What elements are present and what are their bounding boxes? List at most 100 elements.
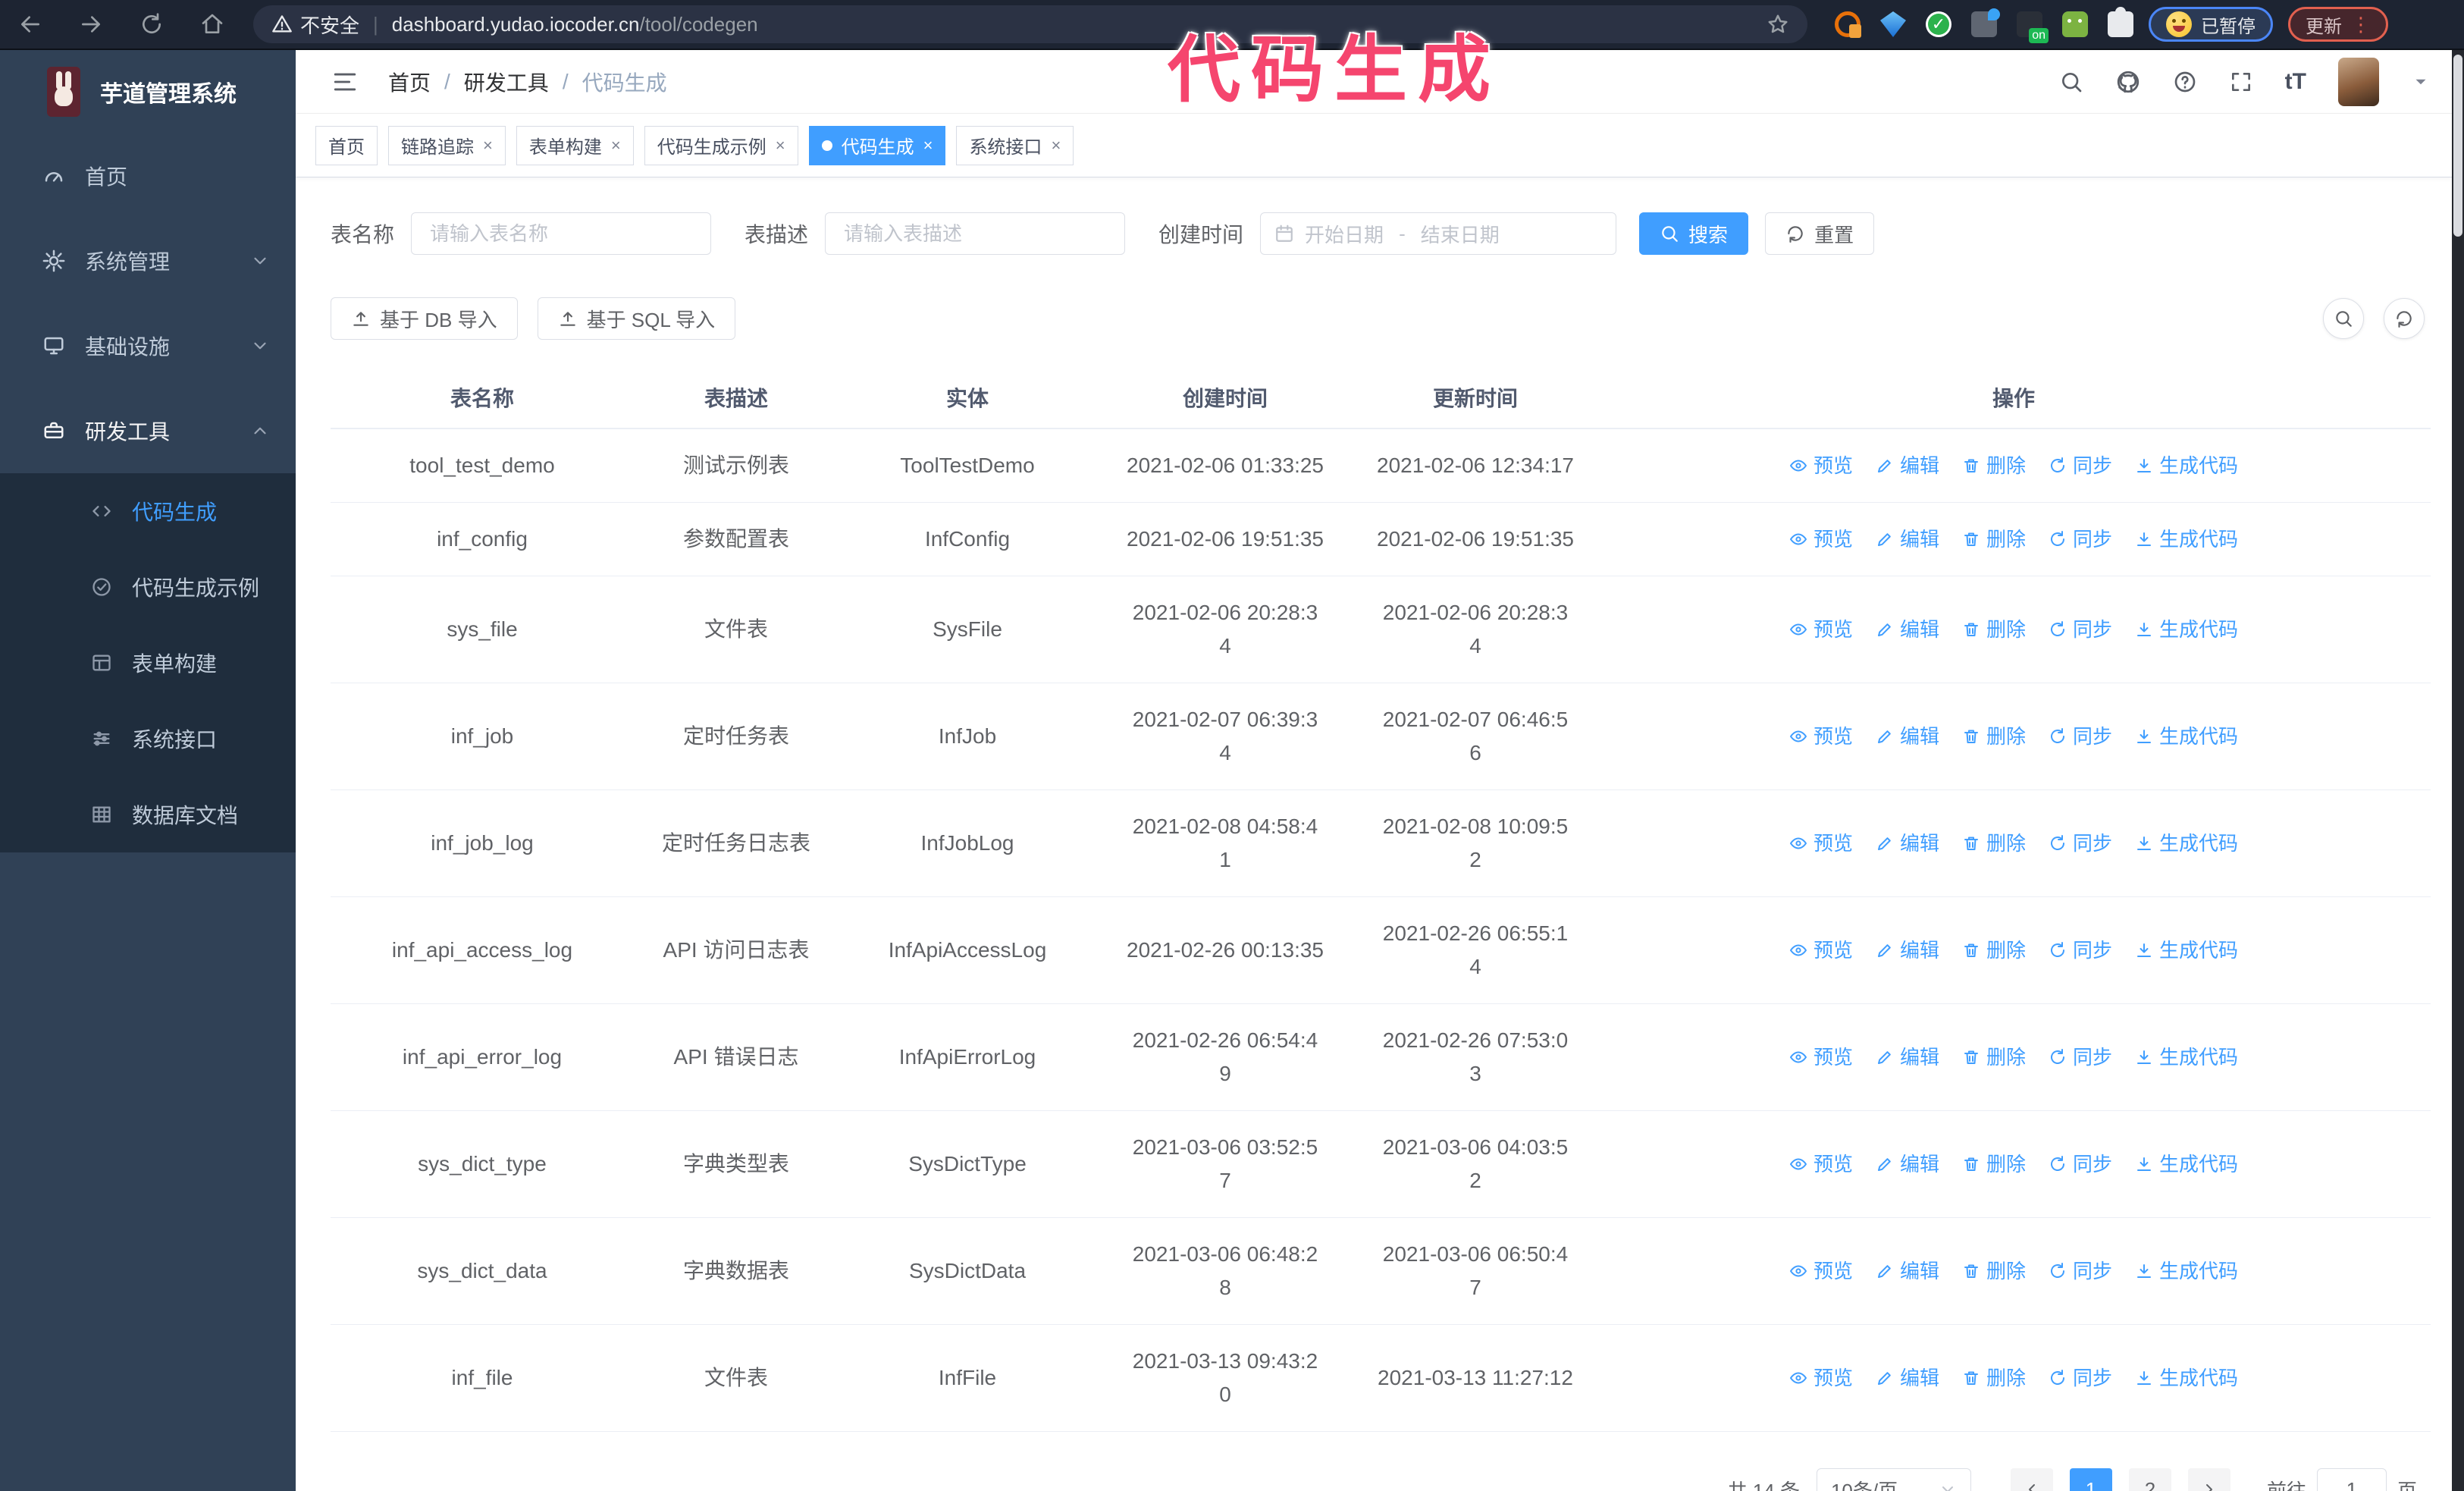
delete-link[interactable]: 删除	[1962, 1361, 2026, 1395]
sync-link[interactable]: 同步	[2049, 1041, 2112, 1074]
extension-icon[interactable]	[1835, 11, 1861, 38]
sidebar-item-dev-tools[interactable]: 研发工具	[0, 388, 296, 473]
edit-link[interactable]: 编辑	[1876, 523, 1939, 556]
preview-link[interactable]: 预览	[1789, 449, 1853, 482]
security-status[interactable]: 不安全	[271, 11, 359, 39]
scrollbar-thumb[interactable]	[2453, 55, 2462, 237]
preview-link[interactable]: 预览	[1789, 720, 1853, 753]
tab-form-builder[interactable]: 表单构建 ×	[516, 125, 634, 165]
edit-link[interactable]: 编辑	[1876, 934, 1939, 967]
sync-link[interactable]: 同步	[2049, 1147, 2112, 1181]
sidebar-item-code-generation[interactable]: 代码生成	[0, 473, 296, 549]
sidebar-item-codegen-example[interactable]: 代码生成示例	[0, 549, 296, 625]
generate-code-link[interactable]: 生成代码	[2135, 449, 2238, 482]
delete-link[interactable]: 删除	[1962, 613, 2026, 646]
generate-code-link[interactable]: 生成代码	[2135, 523, 2238, 556]
preview-link[interactable]: 预览	[1789, 1041, 1853, 1074]
toggle-search-button[interactable]	[2323, 298, 2364, 339]
generate-code-link[interactable]: 生成代码	[2135, 934, 2238, 967]
preview-link[interactable]: 预览	[1789, 1254, 1853, 1288]
tab-system-api[interactable]: 系统接口 ×	[956, 125, 1074, 165]
help-icon[interactable]	[2173, 70, 2197, 94]
extension-icon[interactable]	[1971, 8, 2000, 37]
sidebar-collapse-icon[interactable]	[332, 69, 358, 95]
delete-link[interactable]: 删除	[1962, 1147, 2026, 1181]
sync-link[interactable]: 同步	[2049, 1254, 2112, 1288]
generate-code-link[interactable]: 生成代码	[2135, 1147, 2238, 1181]
page-button-2[interactable]: 2	[2128, 1468, 2171, 1491]
extension-icon[interactable]	[1926, 11, 1951, 37]
sync-link[interactable]: 同步	[2049, 720, 2112, 753]
browser-home-icon[interactable]	[182, 12, 243, 36]
preview-link[interactable]: 预览	[1789, 1147, 1853, 1181]
sync-link[interactable]: 同步	[2049, 523, 2112, 556]
user-avatar[interactable]	[2338, 57, 2379, 106]
tab-code-generation[interactable]: 代码生成 ×	[808, 125, 946, 165]
search-button[interactable]: 搜索	[1639, 212, 1749, 255]
generate-code-link[interactable]: 生成代码	[2135, 1254, 2238, 1288]
header-search-icon[interactable]	[2059, 70, 2083, 94]
delete-link[interactable]: 删除	[1962, 449, 2026, 482]
bookmark-star-icon[interactable]	[1766, 13, 1789, 36]
prev-page-button[interactable]	[2010, 1468, 2053, 1491]
date-range-picker[interactable]: 开始日期 - 结束日期	[1260, 212, 1617, 255]
font-size-icon[interactable]: tT	[2285, 69, 2306, 95]
page-button-1[interactable]: 1	[2069, 1468, 2112, 1491]
sync-link[interactable]: 同步	[2049, 613, 2112, 646]
browser-back-icon[interactable]	[0, 12, 61, 36]
edit-link[interactable]: 编辑	[1876, 1147, 1939, 1181]
sidebar-item-infrastructure[interactable]: 基础设施	[0, 303, 296, 388]
close-icon[interactable]: ×	[483, 136, 493, 155]
edit-link[interactable]: 编辑	[1876, 720, 1939, 753]
tab-codegen-example[interactable]: 代码生成示例 ×	[644, 125, 798, 165]
delete-link[interactable]: 删除	[1962, 720, 2026, 753]
edit-link[interactable]: 编辑	[1876, 1361, 1939, 1395]
sidebar-item-form-builder[interactable]: 表单构建	[0, 625, 296, 701]
browser-update-button[interactable]: 更新 ⋮	[2288, 7, 2388, 42]
profile-paused-badge[interactable]: 已暂停	[2149, 7, 2273, 42]
start-date-placeholder[interactable]: 开始日期	[1305, 220, 1384, 248]
preview-link[interactable]: 预览	[1789, 1361, 1853, 1395]
sidebar-item-home[interactable]: 首页	[0, 133, 296, 218]
sync-link[interactable]: 同步	[2049, 827, 2112, 860]
next-page-button[interactable]	[2187, 1468, 2230, 1491]
extension-icon[interactable]	[1880, 11, 1906, 37]
page-scrollbar[interactable]	[2452, 50, 2464, 1491]
end-date-placeholder[interactable]: 结束日期	[1421, 220, 1500, 248]
breadcrumb-group[interactable]: 研发工具	[464, 67, 549, 97]
extension-icon[interactable]	[2017, 11, 2049, 43]
address-bar[interactable]: 不安全 | dashboard.yudao.iocoder.cn/tool/co…	[253, 5, 1807, 43]
import-sql-button[interactable]: 基于 SQL 导入	[537, 297, 736, 340]
preview-link[interactable]: 预览	[1789, 523, 1853, 556]
close-icon[interactable]: ×	[923, 136, 933, 155]
preview-link[interactable]: 预览	[1789, 827, 1853, 860]
delete-link[interactable]: 删除	[1962, 934, 2026, 967]
generate-code-link[interactable]: 生成代码	[2135, 720, 2238, 753]
browser-forward-icon[interactable]	[61, 12, 121, 36]
sync-link[interactable]: 同步	[2049, 449, 2112, 482]
app-logo[interactable]: 芋道管理系统	[0, 50, 296, 133]
delete-link[interactable]: 删除	[1962, 1041, 2026, 1074]
table-desc-input[interactable]	[825, 212, 1126, 255]
goto-page-input[interactable]	[2316, 1468, 2387, 1491]
sync-link[interactable]: 同步	[2049, 1361, 2112, 1395]
page-size-select[interactable]: 10条/页	[1816, 1468, 1971, 1491]
browser-reload-icon[interactable]	[121, 12, 182, 36]
edit-link[interactable]: 编辑	[1876, 827, 1939, 860]
extension-icon[interactable]	[2062, 11, 2088, 37]
avatar-caret-down-icon[interactable]	[2411, 72, 2431, 92]
generate-code-link[interactable]: 生成代码	[2135, 1361, 2238, 1395]
import-db-button[interactable]: 基于 DB 导入	[331, 297, 518, 340]
sync-link[interactable]: 同步	[2049, 934, 2112, 967]
sidebar-item-database-docs[interactable]: 数据库文档	[0, 777, 296, 852]
edit-link[interactable]: 编辑	[1876, 1041, 1939, 1074]
reset-button[interactable]: 重置	[1765, 212, 1875, 255]
preview-link[interactable]: 预览	[1789, 613, 1853, 646]
close-icon[interactable]: ×	[1051, 136, 1061, 155]
refresh-table-button[interactable]	[2384, 298, 2425, 339]
extension-icon[interactable]	[2108, 7, 2133, 37]
close-icon[interactable]: ×	[611, 136, 621, 155]
edit-link[interactable]: 编辑	[1876, 1254, 1939, 1288]
table-name-input[interactable]	[411, 212, 712, 255]
sidebar-item-system-api[interactable]: 系统接口	[0, 701, 296, 777]
